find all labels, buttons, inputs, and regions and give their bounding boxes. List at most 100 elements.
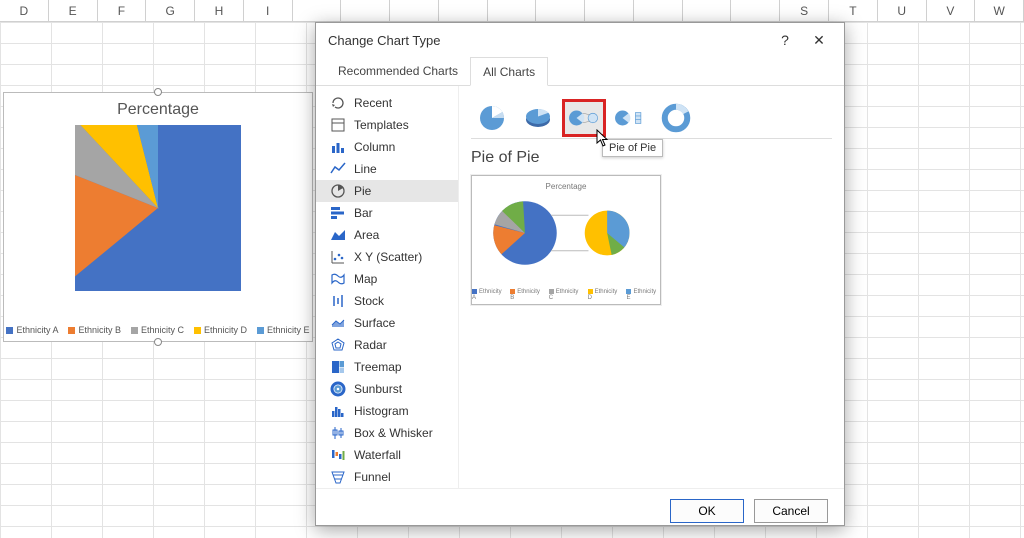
column-header[interactable] xyxy=(390,0,439,21)
category-stock[interactable]: Stock xyxy=(316,290,458,312)
mouse-cursor-icon xyxy=(596,129,610,150)
pie-subtype-row: Pie of Pie xyxy=(471,94,832,139)
category-icon xyxy=(330,205,346,221)
subtype-tooltip: Pie of Pie xyxy=(602,139,663,157)
preview-legend-item: Ethnicity E xyxy=(626,289,660,301)
resize-handle-top[interactable] xyxy=(154,88,162,96)
preview-legend-item: Ethnicity A xyxy=(472,289,505,301)
category-pie[interactable]: Pie xyxy=(316,180,458,202)
column-header[interactable]: S xyxy=(780,0,829,21)
column-header[interactable]: U xyxy=(878,0,927,21)
category-label: Stock xyxy=(354,294,384,308)
category-label: Line xyxy=(354,162,377,176)
chart-title: Percentage xyxy=(4,101,312,119)
legend-item: Ethnicity D xyxy=(194,325,247,335)
column-header[interactable] xyxy=(341,0,390,21)
legend-item: Ethnicity A xyxy=(6,325,58,335)
category-icon xyxy=(330,381,346,397)
category-line[interactable]: Line xyxy=(316,158,458,180)
chart-legend: Ethnicity AEthnicity BEthnicity CEthnici… xyxy=(4,325,312,335)
column-header[interactable]: D xyxy=(0,0,49,21)
category-label: Pie xyxy=(354,184,371,198)
category-icon xyxy=(330,315,346,331)
column-header[interactable]: I xyxy=(244,0,293,21)
category-area[interactable]: Area xyxy=(316,224,458,246)
help-button[interactable]: ? xyxy=(768,32,802,48)
category-label: Box & Whisker xyxy=(354,426,433,440)
column-header[interactable]: F xyxy=(98,0,147,21)
category-label: Histogram xyxy=(354,404,409,418)
column-header[interactable]: W xyxy=(975,0,1024,21)
category-box-whisker[interactable]: Box & Whisker xyxy=(316,422,458,444)
column-header[interactable]: E xyxy=(49,0,98,21)
subtype-pie[interactable] xyxy=(471,100,513,136)
subtype-pie-of-pie[interactable]: Pie of Pie xyxy=(563,100,605,136)
category-templates[interactable]: Templates xyxy=(316,114,458,136)
category-recent[interactable]: Recent xyxy=(316,92,458,114)
tab-all-charts[interactable]: All Charts xyxy=(470,57,548,86)
category-icon xyxy=(330,117,346,133)
preview-legend-item: Ethnicity B xyxy=(510,289,544,301)
category-icon xyxy=(330,293,346,309)
cancel-button[interactable]: Cancel xyxy=(754,499,828,523)
category-label: Area xyxy=(354,228,379,242)
tab-recommended-charts[interactable]: Recommended Charts xyxy=(326,57,470,85)
category-waterfall[interactable]: Waterfall xyxy=(316,444,458,466)
column-header[interactable]: V xyxy=(927,0,976,21)
column-header[interactable] xyxy=(585,0,634,21)
preview-title: Percentage xyxy=(476,182,656,191)
category-icon xyxy=(330,425,346,441)
category-label: Treemap xyxy=(354,360,402,374)
column-header[interactable] xyxy=(293,0,342,21)
category-icon xyxy=(330,447,346,463)
pie-donut-approx xyxy=(75,125,241,291)
category-icon xyxy=(330,337,346,353)
category-radar[interactable]: Radar xyxy=(316,334,458,356)
column-header[interactable] xyxy=(683,0,732,21)
category-label: Radar xyxy=(354,338,387,352)
category-map[interactable]: Map xyxy=(316,268,458,290)
category-x-y-scatter-[interactable]: X Y (Scatter) xyxy=(316,246,458,268)
category-bar[interactable]: Bar xyxy=(316,202,458,224)
category-label: Funnel xyxy=(354,470,391,484)
category-treemap[interactable]: Treemap xyxy=(316,356,458,378)
category-surface[interactable]: Surface xyxy=(316,312,458,334)
dialog-title: Change Chart Type xyxy=(328,33,441,48)
category-label: Surface xyxy=(354,316,395,330)
column-header[interactable] xyxy=(439,0,488,21)
category-label: X Y (Scatter) xyxy=(354,250,422,264)
category-label: Waterfall xyxy=(354,448,401,462)
subtype-bar-of-pie[interactable] xyxy=(609,100,651,136)
chart-preview[interactable]: Percentage xyxy=(471,175,661,305)
subtype-3d-pie[interactable] xyxy=(517,100,559,136)
preview-legend: Ethnicity A Ethnicity B Ethnicity C Ethnici… xyxy=(472,289,660,301)
column-header[interactable]: T xyxy=(829,0,878,21)
resize-handle-bottom[interactable] xyxy=(154,338,162,346)
category-histogram[interactable]: Histogram xyxy=(316,400,458,422)
category-funnel[interactable]: Funnel xyxy=(316,466,458,488)
column-header[interactable] xyxy=(731,0,780,21)
legend-item: Ethnicity C xyxy=(131,325,184,335)
dialog-main-pane: Pie of Pie Pie of Pie Percentage xyxy=(458,86,844,488)
dialog-footer: OK Cancel xyxy=(316,488,844,533)
preview-legend-item: Ethnicity C xyxy=(549,289,583,301)
category-label: Sunburst xyxy=(354,382,402,396)
category-icon xyxy=(330,227,346,243)
close-button[interactable]: ✕ xyxy=(802,32,836,49)
subtype-doughnut[interactable] xyxy=(655,100,697,136)
category-icon xyxy=(330,183,346,199)
column-header[interactable] xyxy=(488,0,537,21)
column-header[interactable] xyxy=(536,0,585,21)
column-header[interactable] xyxy=(634,0,683,21)
column-header[interactable]: H xyxy=(195,0,244,21)
embedded-chart[interactable]: Percentage Ethnicity AEthnicity BEthnici… xyxy=(3,92,313,342)
category-label: Map xyxy=(354,272,377,286)
category-column[interactable]: Column xyxy=(316,136,458,158)
category-label: Bar xyxy=(354,206,373,220)
category-icon xyxy=(330,161,346,177)
ok-button[interactable]: OK xyxy=(670,499,744,523)
category-icon xyxy=(330,403,346,419)
category-sunburst[interactable]: Sunburst xyxy=(316,378,458,400)
column-header[interactable]: G xyxy=(146,0,195,21)
column-headers: DEFGHI STUVW xyxy=(0,0,1024,22)
